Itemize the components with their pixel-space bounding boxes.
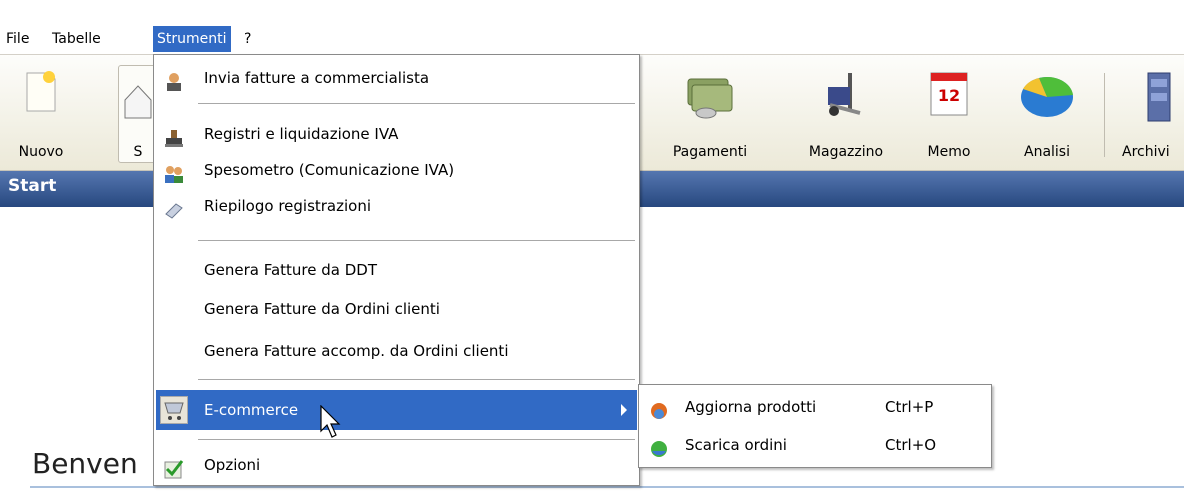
welcome-underline (30, 486, 1184, 488)
stamp-icon (164, 125, 184, 147)
menu-bar: File Tabelle Strumenti ? (0, 0, 1184, 54)
submenu-item-label: Aggiorna prodotti (685, 398, 817, 416)
cabinet-icon (1142, 69, 1172, 129)
menu-item-genera-fatture-accomp[interactable]: Genera Fatture accomp. da Ordini clienti (156, 333, 637, 369)
toolbar-button-magazzino[interactable]: Magazzino (794, 55, 898, 172)
pie-chart-icon (1019, 69, 1075, 125)
menu-item-genera-fatture-ordini[interactable]: Genera Fatture da Ordini clienti (156, 291, 637, 327)
menu-item-label: Spesometro (Comunicazione IVA) (204, 161, 455, 179)
toolbar-button-nuovo[interactable]: Nuovo (6, 55, 76, 172)
home-icon (123, 80, 153, 124)
menu-separator (198, 103, 635, 104)
menu-item-genera-fatture-ddt[interactable]: Genera Fatture da DDT (156, 252, 637, 288)
app-window: File Tabelle Strumenti ? Nuovo S Pagamen… (0, 0, 1184, 503)
menu-item-invia-fatture[interactable]: Invia fatture a commercialista (156, 60, 637, 96)
menu-strumenti[interactable]: Strumenti (153, 26, 231, 52)
menu-item-label: Opzioni (204, 456, 261, 474)
menu-item-riepilogo[interactable]: Riepilogo registrazioni (156, 188, 637, 224)
toolbar-label: Memo (927, 144, 971, 160)
menu-item-e-commerce[interactable]: E-commerce (156, 390, 637, 430)
download-icon (649, 436, 669, 457)
menu-separator (198, 240, 635, 241)
submenu-item-label: Scarica ordini (685, 436, 787, 454)
checkmark-icon (164, 456, 184, 479)
toolbar-separator (1104, 73, 1105, 157)
cart-icon (160, 396, 188, 424)
menu-item-label: E-commerce (204, 401, 299, 419)
e-commerce-submenu: Aggiorna prodotti Ctrl+P Scarica ordini … (638, 384, 992, 468)
menu-item-opzioni[interactable]: Opzioni (156, 447, 637, 483)
users-icon (164, 161, 184, 183)
new-document-icon (23, 69, 59, 117)
menu-help[interactable]: ? (240, 26, 255, 52)
submenu-arrow-icon (621, 404, 627, 416)
toolbar-label: Analisi (1024, 144, 1070, 160)
calendar-icon: 12 (928, 69, 970, 123)
toolbar-button-archivi[interactable]: Archivi (1114, 55, 1184, 172)
menu-file[interactable]: File (2, 26, 33, 52)
forklift-icon (820, 69, 872, 125)
menu-tabelle[interactable]: Tabelle (48, 26, 105, 52)
toolbar-label: S (133, 144, 143, 160)
mouse-cursor-icon (320, 404, 342, 441)
toolbar-label: Magazzino (808, 144, 884, 160)
start-title: Start (8, 176, 57, 196)
menu-item-label: Riepilogo registrazioni (204, 197, 372, 215)
toolbar-button-memo[interactable]: 12 Memo (920, 55, 978, 172)
menu-separator (198, 379, 635, 380)
money-icon (684, 69, 736, 125)
book-icon (164, 197, 184, 219)
toolbar-button-pagamenti[interactable]: Pagamenti (660, 55, 760, 172)
strumenti-dropdown-menu: Invia fatture a commercialista Registri … (153, 54, 640, 486)
menu-item-label: Invia fatture a commercialista (204, 69, 430, 87)
update-icon (649, 398, 669, 419)
toolbar-button-analisi[interactable]: Analisi (1006, 55, 1088, 172)
menu-item-spesometro[interactable]: Spesometro (Comunicazione IVA) (156, 152, 637, 188)
menu-item-label: Genera Fatture accomp. da Ordini clienti (204, 342, 509, 360)
submenu-item-aggiorna-prodotti[interactable]: Aggiorna prodotti Ctrl+P (641, 389, 989, 425)
toolbar-button-start[interactable]: S (118, 65, 158, 163)
accountant-icon (164, 69, 184, 91)
toolbar-label: Pagamenti (672, 144, 748, 160)
menu-item-registri-iva[interactable]: Registri e liquidazione IVA (156, 116, 637, 152)
menu-item-label: Genera Fatture da Ordini clienti (204, 300, 440, 318)
svg-text:12: 12 (938, 86, 960, 105)
menu-item-label: Registri e liquidazione IVA (204, 125, 399, 143)
menu-item-label: Genera Fatture da DDT (204, 261, 378, 279)
menu-separator (198, 439, 635, 440)
welcome-heading: Benven (32, 447, 138, 480)
shortcut-label: Ctrl+P (885, 398, 934, 416)
shortcut-label: Ctrl+O (885, 436, 937, 454)
submenu-item-scarica-ordini[interactable]: Scarica ordini Ctrl+O (641, 427, 989, 463)
toolbar-label: Archivi (1122, 144, 1170, 160)
toolbar-label: Nuovo (18, 144, 64, 160)
